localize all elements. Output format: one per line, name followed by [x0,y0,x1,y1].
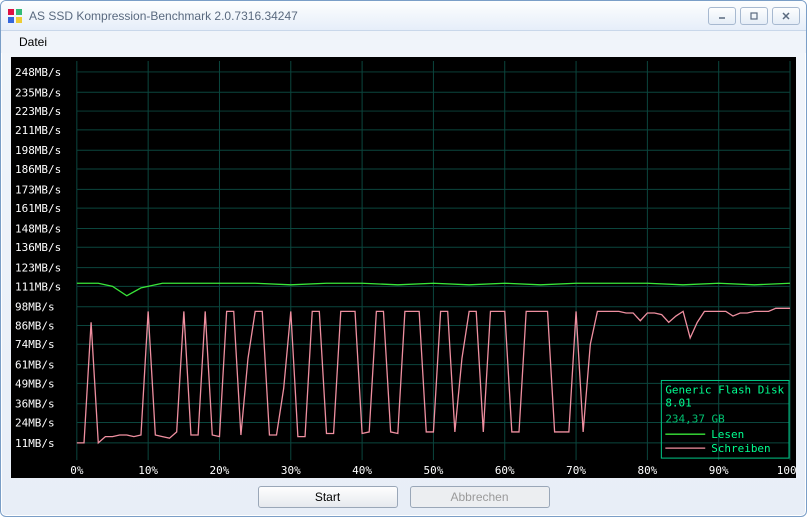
chart-area: 11MB/s 24MB/s 36MB/s 49MB/s 61MB/s 74MB/s 86MB… [11,57,796,478]
benchmark-chart: 11MB/s 24MB/s 36MB/s 49MB/s 61MB/s 74MB/s 86MB… [11,57,796,478]
svg-text:74MB/s: 74MB/s [15,338,55,351]
button-row: Start Abbrechen [1,484,806,516]
svg-text:0%: 0% [70,464,84,477]
svg-text:Schreiben: Schreiben [711,442,770,455]
minimize-button[interactable] [708,7,736,25]
svg-text:36MB/s: 36MB/s [15,398,55,411]
menubar: Datei [1,31,806,53]
window-title: AS SSD Kompression-Benchmark 2.0.7316.34… [29,9,702,23]
svg-text:161MB/s: 161MB/s [15,202,61,215]
app-window: AS SSD Kompression-Benchmark 2.0.7316.34… [0,0,807,517]
svg-text:98MB/s: 98MB/s [15,301,55,314]
cancel-button: Abbrechen [410,486,550,508]
maximize-button[interactable] [740,7,768,25]
svg-text:148MB/s: 148MB/s [15,222,61,235]
svg-text:186MB/s: 186MB/s [15,163,61,176]
svg-text:123MB/s: 123MB/s [15,262,61,275]
start-button[interactable]: Start [258,486,398,508]
svg-text:86MB/s: 86MB/s [15,319,55,332]
svg-text:50%: 50% [424,464,444,477]
svg-text:90%: 90% [709,464,729,477]
svg-text:Generic Flash Disk: Generic Flash Disk [665,383,784,396]
svg-text:198MB/s: 198MB/s [15,144,61,157]
svg-text:24MB/s: 24MB/s [15,417,55,430]
svg-text:111MB/s: 111MB/s [15,280,61,293]
svg-text:20%: 20% [210,464,230,477]
svg-text:211MB/s: 211MB/s [15,124,61,137]
svg-text:61MB/s: 61MB/s [15,359,55,372]
svg-text:70%: 70% [566,464,586,477]
svg-text:30%: 30% [281,464,301,477]
svg-text:234,37 GB: 234,37 GB [665,412,725,425]
svg-text:235MB/s: 235MB/s [15,86,61,99]
window-controls [708,7,800,25]
svg-text:40%: 40% [352,464,372,477]
close-button[interactable] [772,7,800,25]
svg-text:60%: 60% [495,464,515,477]
svg-text:10%: 10% [138,464,158,477]
titlebar: AS SSD Kompression-Benchmark 2.0.7316.34… [1,1,806,31]
svg-text:223MB/s: 223MB/s [15,105,61,118]
svg-text:80%: 80% [637,464,657,477]
svg-text:100%: 100% [777,464,796,477]
svg-text:248MB/s: 248MB/s [15,66,61,79]
svg-text:8.01: 8.01 [665,396,691,409]
menu-file[interactable]: Datei [11,33,55,51]
svg-text:11MB/s: 11MB/s [15,437,55,450]
app-icon [7,8,23,24]
svg-text:Lesen: Lesen [711,428,744,441]
svg-text:173MB/s: 173MB/s [15,183,61,196]
svg-text:136MB/s: 136MB/s [15,241,61,254]
svg-text:49MB/s: 49MB/s [15,377,55,390]
